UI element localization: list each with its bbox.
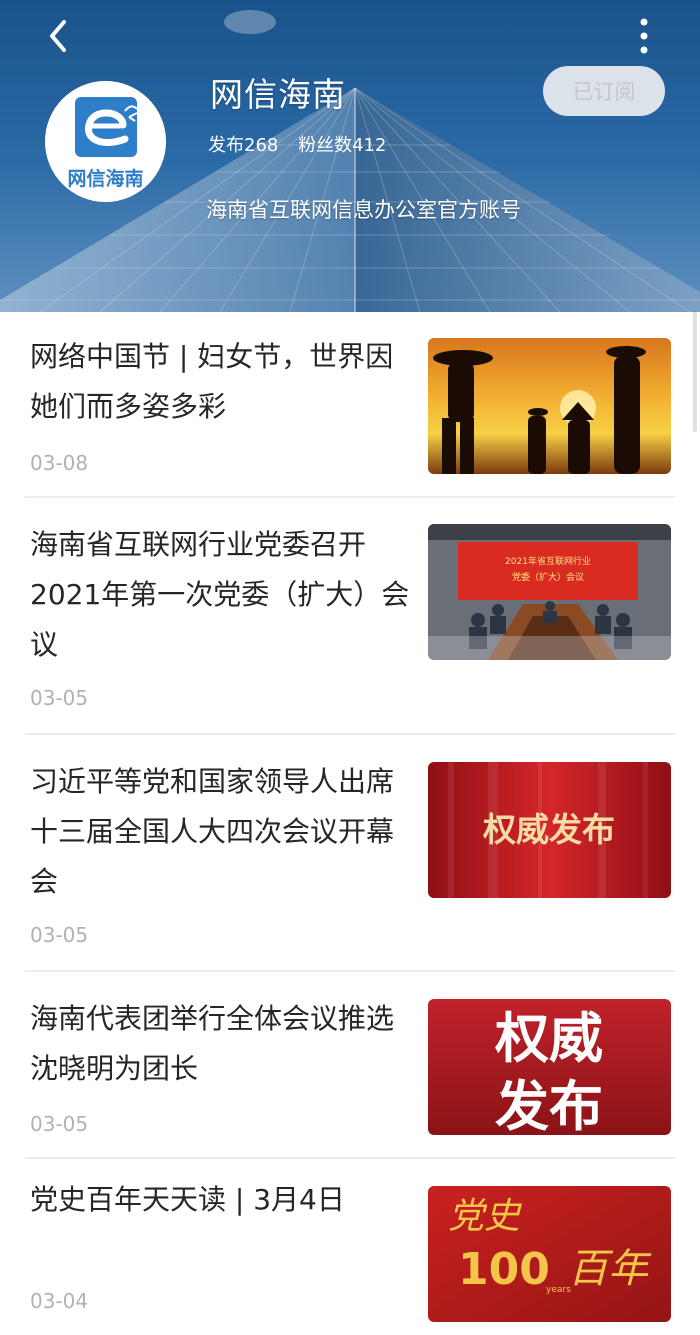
article-thumbnail: 权威 发布 [428,999,671,1135]
svg-text:权威: 权威 [494,1007,603,1070]
more-options-button[interactable] [622,14,666,58]
article-title: 海南省互联网行业党委召开2021年第一次党委（扩大）会议 [30,528,410,661]
article-thumbnail [428,338,671,474]
subscribed-button[interactable]: 已订阅 [543,66,665,116]
authoritative-release-banner: 权威发布 [428,762,671,898]
sunset-silhouette-image [428,338,671,474]
article-title: 网络中国节 | 妇女节，世界因她们而多姿多彩 [30,340,394,423]
article-date: 03-05 [30,1112,89,1136]
chevron-left-icon [50,20,66,52]
article-date: 03-08 [30,451,89,475]
publish-count: 发布268 [208,135,279,156]
account-description: 海南省互联网信息办公室官方账号 [206,198,521,222]
back-button[interactable] [36,14,80,58]
svg-text:100: 100 [458,1244,550,1295]
svg-text:years: years [546,1285,571,1295]
account-header: 网信海南 网信海南 发布268 粉丝数412 海南省互联网信息办公室官方账号 已… [0,0,700,312]
article-item[interactable]: 海南省互联网行业党委召开2021年第一次党委（扩大）会议 03-05 2021年… [0,498,700,734]
vertical-dots-icon [640,18,648,54]
svg-text:党史: 党史 [448,1196,522,1237]
svg-text:权威发布: 权威发布 [482,810,615,849]
article-title: 党史百年天天读 | 3月4日 [30,1183,345,1216]
article-item[interactable]: 习近平等党和国家领导人出席十三届全国人大四次会议开幕会 03-05 权威发布 [0,735,700,971]
article-date: 03-05 [30,686,89,710]
article-item[interactable]: 海南代表团举行全体会议推选沈晓明为团长 03-05 权威 发布 [0,972,700,1157]
authoritative-release-banner: 权威 发布 [428,999,671,1135]
article-date: 03-04 [30,1289,89,1313]
account-stats: 发布268 粉丝数412 [208,131,400,157]
article-title: 习近平等党和国家领导人出席十三届全国人大四次会议开幕会 [30,765,395,898]
scrollbar[interactable] [693,312,697,432]
fans-count: 粉丝数412 [298,135,387,156]
svg-text:网信海南: 网信海南 [67,167,143,190]
article-thumbnail: 党史 100 百年 years [428,1186,671,1322]
svg-text:2021年省互联网行业: 2021年省互联网行业 [505,555,591,567]
meeting-room-image: 2021年省互联网行业 党委（扩大）会议 [428,524,671,660]
party-history-100-years-image: 党史 100 百年 years [428,1186,671,1322]
article-title: 海南代表团举行全体会议推选沈晓明为团长 [30,1002,395,1085]
article-thumbnail: 权威发布 [428,762,671,898]
wangxin-hainan-logo: 网信海南 [45,81,166,202]
article-thumbnail: 2021年省互联网行业 党委（扩大）会议 [428,524,671,660]
article-item[interactable]: 网络中国节 | 妇女节，世界因她们而多姿多彩 03-08 [0,312,700,497]
svg-text:百年: 百年 [568,1246,652,1292]
account-name: 网信海南 [210,75,346,114]
svg-text:发布: 发布 [495,1075,603,1135]
article-item[interactable]: 党史百年天天读 | 3月4日 03-04 党史 100 百年 years [0,1159,700,1335]
svg-text:党委（扩大）会议: 党委（扩大）会议 [512,571,584,583]
account-avatar[interactable]: 网信海南 [45,81,166,202]
article-date: 03-05 [30,923,89,947]
